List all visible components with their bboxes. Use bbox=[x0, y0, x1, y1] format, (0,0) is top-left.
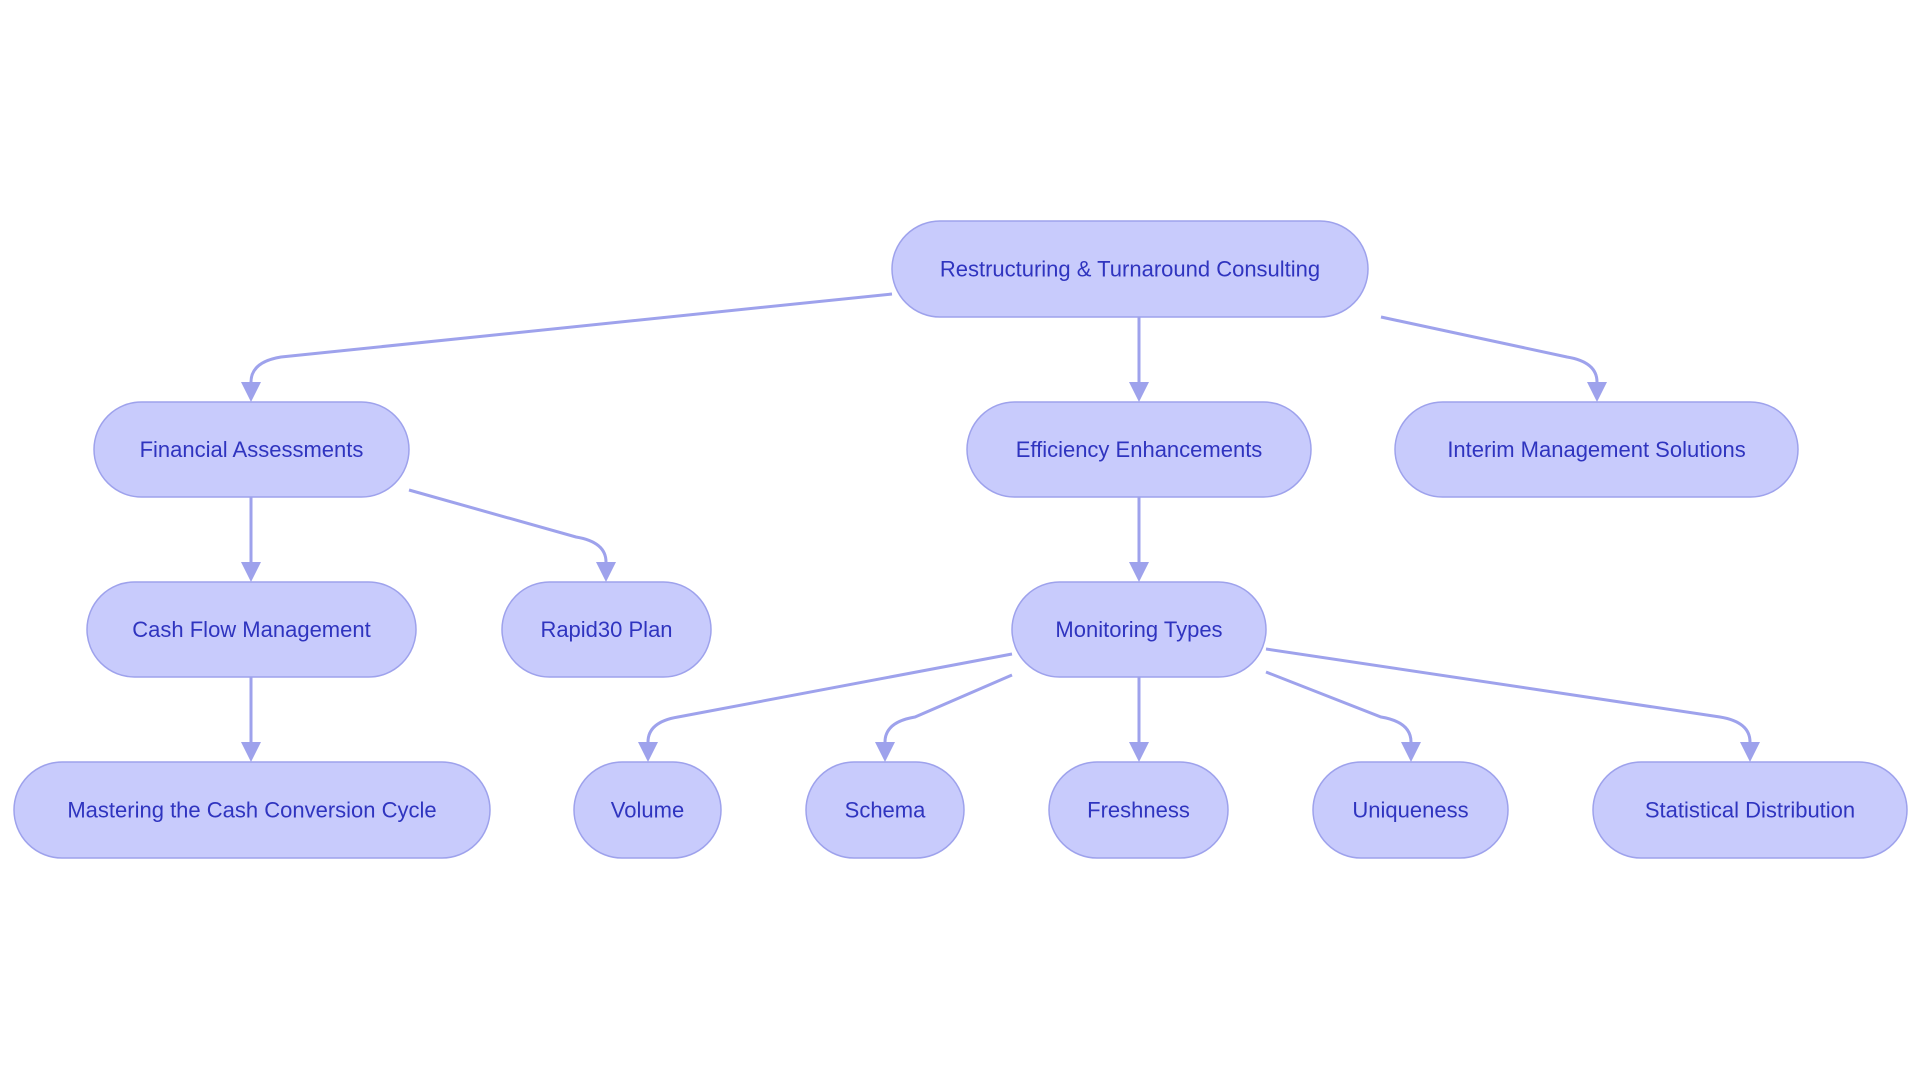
node-root[interactable]: Restructuring & Turnaround Consulting bbox=[891, 220, 1369, 318]
edge-root-fa bbox=[249, 292, 893, 383]
node-label: Volume bbox=[611, 798, 684, 823]
node-sd[interactable]: Statistical Distribution bbox=[1592, 761, 1908, 859]
node-label: Monitoring Types bbox=[1055, 617, 1222, 642]
arrowhead-icon bbox=[1129, 742, 1149, 762]
node-label: Restructuring & Turnaround Consulting bbox=[940, 257, 1320, 282]
node-label: Interim Management Solutions bbox=[1447, 437, 1745, 462]
edge-mt-sch bbox=[883, 673, 1013, 743]
arrowhead-icon bbox=[241, 742, 261, 762]
arrowhead-icon bbox=[1129, 562, 1149, 582]
edge-mt-sd bbox=[1265, 647, 1752, 743]
flowchart-diagram: Restructuring & Turnaround Consulting Fin… bbox=[13, 220, 1908, 859]
arrowhead-icon bbox=[875, 742, 895, 762]
node-sch[interactable]: Schema bbox=[805, 761, 965, 859]
node-label: Freshness bbox=[1087, 798, 1190, 823]
node-label: Efficiency Enhancements bbox=[1016, 437, 1263, 462]
node-label: Uniqueness bbox=[1352, 798, 1468, 823]
arrowhead-icon bbox=[241, 562, 261, 582]
node-label: Rapid30 Plan bbox=[540, 617, 672, 642]
arrowhead-icon bbox=[638, 742, 658, 762]
arrowhead-icon bbox=[241, 382, 261, 402]
arrowhead-icon bbox=[1401, 742, 1421, 762]
arrowhead-icon bbox=[596, 562, 616, 582]
node-mccc[interactable]: Mastering the Cash Conversion Cycle bbox=[13, 761, 491, 859]
edges-layer bbox=[241, 292, 1760, 762]
node-label: Cash Flow Management bbox=[132, 617, 370, 642]
arrowhead-icon bbox=[1587, 382, 1607, 402]
node-uni[interactable]: Uniqueness bbox=[1312, 761, 1509, 859]
node-vol[interactable]: Volume bbox=[573, 761, 722, 859]
node-label: Mastering the Cash Conversion Cycle bbox=[67, 798, 436, 823]
node-cfm[interactable]: Cash Flow Management bbox=[86, 581, 417, 678]
arrowhead-icon bbox=[1740, 742, 1760, 762]
node-r30[interactable]: Rapid30 Plan bbox=[501, 581, 712, 678]
node-fre[interactable]: Freshness bbox=[1048, 761, 1229, 859]
node-label: Schema bbox=[845, 798, 926, 823]
edge-fa-r30 bbox=[408, 488, 608, 563]
node-label: Statistical Distribution bbox=[1645, 798, 1855, 823]
node-ee[interactable]: Efficiency Enhancements bbox=[966, 401, 1312, 498]
node-ims[interactable]: Interim Management Solutions bbox=[1394, 401, 1799, 498]
edge-root-ims bbox=[1380, 315, 1599, 383]
edge-mt-uni bbox=[1265, 670, 1413, 743]
nodes-layer: Restructuring & Turnaround Consulting Fin… bbox=[13, 220, 1908, 859]
arrowhead-icon bbox=[1129, 382, 1149, 402]
node-mt[interactable]: Monitoring Types bbox=[1011, 581, 1267, 678]
node-fa[interactable]: Financial Assessments bbox=[93, 401, 410, 498]
node-label: Financial Assessments bbox=[140, 437, 364, 462]
